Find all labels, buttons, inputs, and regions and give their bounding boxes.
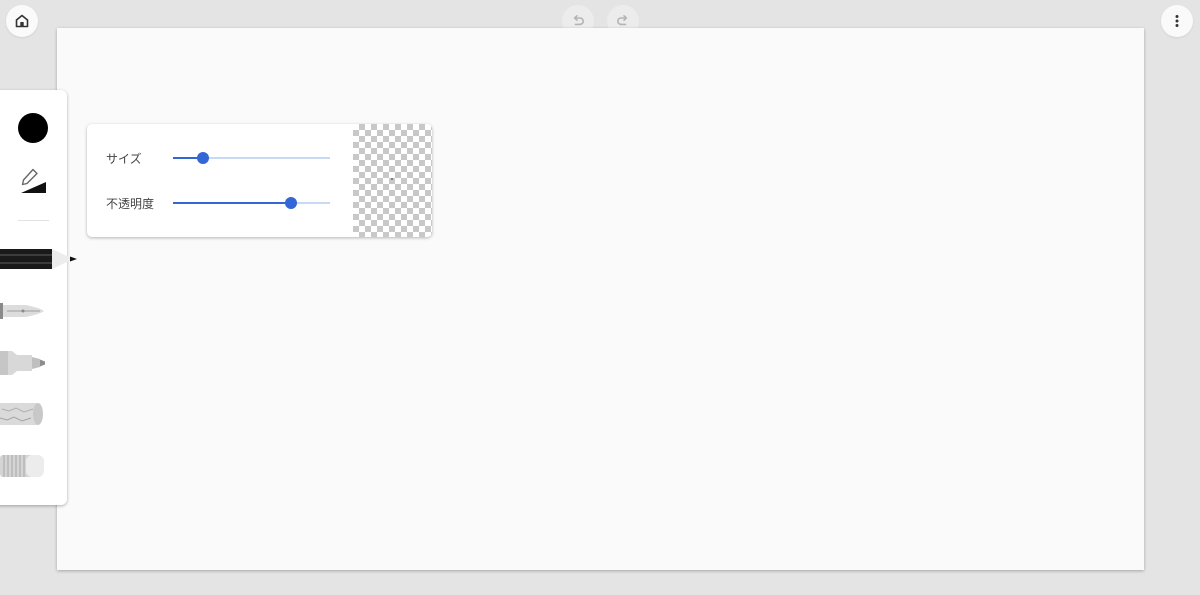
- pencil-tool[interactable]: [0, 246, 80, 274]
- chalk-icon: [0, 403, 43, 425]
- opacity-slider-thumb[interactable]: [284, 197, 297, 209]
- tool-panel-divider: [18, 220, 49, 221]
- opacity-slider[interactable]: [173, 197, 330, 209]
- more-vert-icon: [1175, 15, 1179, 27]
- color-picker-button[interactable]: [18, 113, 48, 143]
- brush-preview-dot: [391, 178, 393, 180]
- size-slider-thumb[interactable]: [196, 152, 209, 164]
- brush-settings-icon[interactable]: [18, 167, 48, 195]
- size-slider[interactable]: [173, 152, 330, 164]
- eraser-tool[interactable]: [0, 452, 48, 480]
- fountain-pen-icon: [0, 303, 44, 319]
- brush-preview: [353, 124, 432, 237]
- eraser-icon: [0, 455, 44, 477]
- more-menu-button[interactable]: [1161, 5, 1193, 37]
- chalk-tool[interactable]: [0, 400, 48, 428]
- redo-icon: [617, 15, 628, 26]
- undo-icon: [573, 15, 584, 26]
- drawing-canvas[interactable]: [57, 28, 1144, 570]
- marker-tool[interactable]: [0, 348, 48, 378]
- home-icon: [15, 14, 29, 28]
- brush-settings-popup: サイズ 不透明度: [87, 124, 432, 237]
- size-label: サイズ: [106, 152, 142, 166]
- pencil-icon: [0, 249, 77, 269]
- fountain-pen-tool[interactable]: [0, 297, 48, 325]
- opacity-slider-fill: [173, 202, 291, 204]
- home-button[interactable]: [6, 5, 38, 37]
- opacity-label: 不透明度: [106, 197, 155, 211]
- marker-icon: [0, 351, 45, 375]
